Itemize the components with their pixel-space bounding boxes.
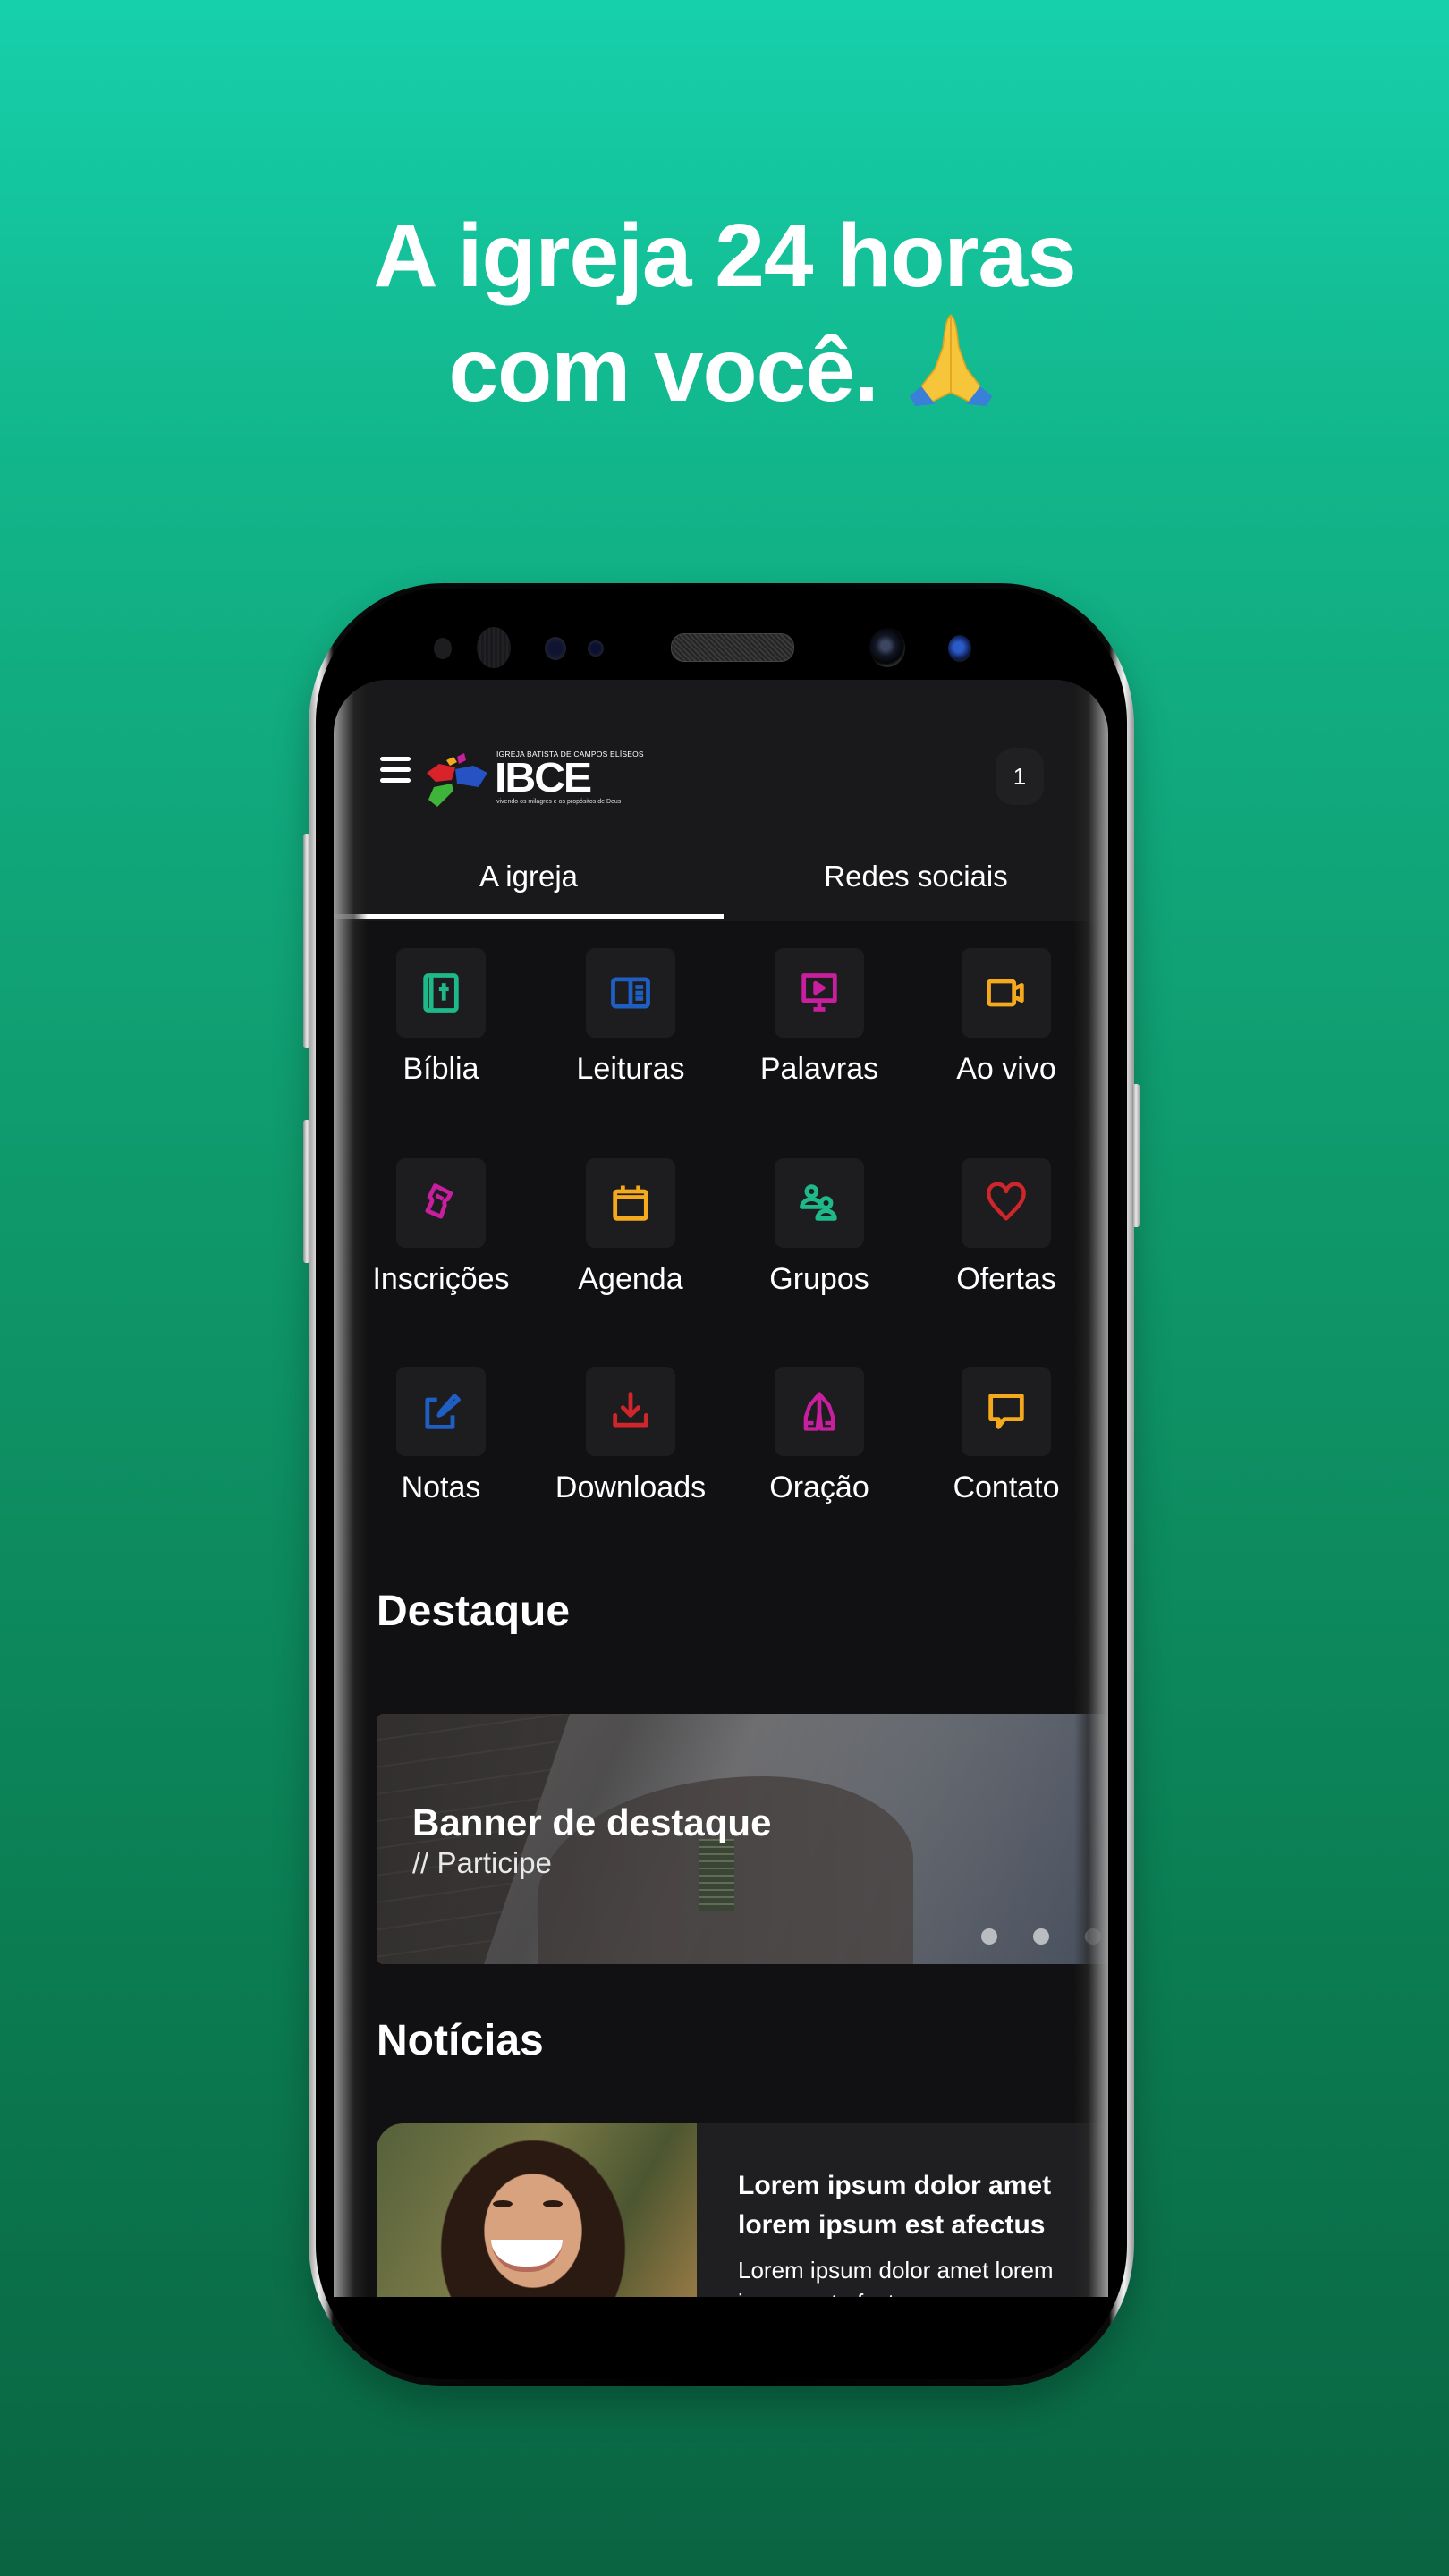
app-header: IGREJA BATISTA DE CAMPOS ELÍSEOS IBCE vi… — [334, 680, 1108, 921]
headline-line-2-text: com você. — [448, 320, 879, 420]
phone-body: IGREJA BATISTA DE CAMPOS ELÍSEOS IBCE vi… — [316, 589, 1127, 2379]
menu-item-palavras[interactable]: Palavras — [730, 948, 909, 1136]
menu-item-downloads[interactable]: Downloads — [541, 1367, 720, 1555]
front-camera-icon — [869, 628, 905, 667]
menu-tile — [775, 948, 864, 1038]
menu-item-grupos[interactable]: Grupos — [730, 1158, 909, 1346]
banner-title: Banner de destaque — [412, 1801, 772, 1843]
menu-label: Inscrições — [372, 1262, 510, 1296]
proximity-sensor-icon — [545, 637, 566, 660]
menu-label: Oração — [769, 1470, 869, 1504]
church-logo: IGREJA BATISTA DE CAMPOS ELÍSEOS IBCE vi… — [425, 750, 644, 807]
thumbnail-detail — [543, 2200, 563, 2207]
group-icon — [800, 1184, 837, 1221]
ticket-icon — [425, 1183, 453, 1219]
menu-item-ofertas[interactable]: Ofertas — [917, 1158, 1096, 1346]
thumbnail-detail — [491, 2240, 563, 2272]
calendar-icon — [613, 1185, 648, 1221]
app-screen: IGREJA BATISTA DE CAMPOS ELÍSEOS IBCE vi… — [334, 680, 1108, 2297]
menu-tile — [586, 1158, 675, 1248]
menu-label: Grupos — [769, 1262, 869, 1296]
menu-label: Downloads — [555, 1470, 707, 1504]
menu-tile — [396, 1158, 486, 1248]
menu-item-inscricoes[interactable]: Inscrições — [352, 1158, 530, 1346]
video-camera-icon — [987, 979, 1024, 1007]
tab-bar: A igreja Redes sociais — [334, 832, 1108, 921]
edit-note-icon — [425, 1394, 461, 1429]
logo-main-text: IBCE — [495, 754, 592, 801]
headline-line-2: com você. — [0, 308, 1449, 422]
iris-camera-icon — [948, 635, 971, 662]
phone-mockup: IGREJA BATISTA DE CAMPOS ELÍSEOS IBCE vi… — [303, 583, 1140, 2386]
menu-label: Agenda — [578, 1262, 683, 1296]
carousel-dot[interactable] — [1085, 1928, 1101, 1945]
earpiece-speaker — [671, 633, 794, 662]
carousel-dots — [981, 1928, 1101, 1945]
menu-item-ao-vivo[interactable]: Ao vivo — [917, 948, 1096, 1136]
chat-bubble-icon — [988, 1394, 1024, 1429]
menu-item-biblia[interactable]: Bíblia — [352, 948, 530, 1136]
menu-label: Palavras — [759, 1052, 879, 1086]
menu-tile — [962, 948, 1051, 1038]
section-title-destaque: Destaque — [377, 1588, 571, 1635]
headline-line-1: A igreja 24 horas — [373, 206, 1076, 306]
praying-hands-icon — [803, 1392, 835, 1431]
download-icon — [613, 1392, 648, 1428]
light-sensor-icon — [588, 640, 604, 657]
tab-a-igreja[interactable]: A igreja — [334, 832, 724, 921]
iris-scanner-icon — [477, 627, 511, 668]
power-button — [1132, 1084, 1140, 1227]
menu-tile — [775, 1367, 864, 1456]
news-card[interactable]: Lorem ipsum dolor amet lorem ipsum est a… — [377, 2123, 1108, 2297]
featured-banner[interactable]: Banner de destaque // Participe — [377, 1714, 1108, 1964]
menu-label: Ao vivo — [956, 1052, 1056, 1086]
menu-label: Contato — [953, 1470, 1060, 1504]
menu-item-notas[interactable]: Notas — [352, 1367, 530, 1555]
menu-item-leituras[interactable]: Leituras — [541, 948, 720, 1136]
news-title: Lorem ipsum dolor amet lorem ipsum est a… — [738, 2171, 1052, 2240]
menu-label: Notas — [401, 1470, 481, 1504]
news-excerpt: Lorem ipsum dolor amet lorem ipsum est a… — [738, 2257, 1054, 2297]
banner-subtitle: // Participe — [412, 1846, 552, 1879]
volume-up-button — [303, 834, 310, 1048]
bible-icon — [423, 973, 459, 1013]
heart-icon — [987, 1182, 1026, 1221]
carousel-dot[interactable] — [981, 1928, 997, 1945]
book-open-icon — [611, 977, 650, 1009]
menu-label: Ofertas — [956, 1262, 1056, 1296]
logo-mark-icon — [427, 753, 487, 807]
menu-tile — [962, 1367, 1051, 1456]
sensor-icon — [434, 638, 452, 659]
hamburger-menu-icon[interactable] — [380, 757, 412, 785]
section-title-noticias: Notícias — [377, 2017, 544, 2064]
volume-down-button — [303, 1120, 310, 1263]
tab-redes-sociais[interactable]: Redes sociais — [724, 832, 1108, 921]
news-thumbnail — [377, 2123, 697, 2297]
menu-label: Leituras — [576, 1052, 685, 1086]
notification-badge[interactable]: 1 — [996, 748, 1044, 805]
menu-item-agenda[interactable]: Agenda — [541, 1158, 720, 1346]
menu-tile — [396, 948, 486, 1038]
menu-tile — [775, 1158, 864, 1248]
menu-item-contato[interactable]: Contato — [917, 1367, 1096, 1555]
promo-headline: A igreja 24 horas com você. — [0, 204, 1449, 422]
menu-item-oracao[interactable]: Oração — [730, 1367, 909, 1555]
menu-tile — [396, 1367, 486, 1456]
carousel-dot[interactable] — [1033, 1928, 1049, 1945]
menu-label: Bíblia — [402, 1052, 479, 1086]
menu-tile — [962, 1158, 1051, 1248]
video-screen-icon — [801, 973, 837, 1012]
thumbnail-detail — [493, 2200, 513, 2207]
active-tab-indicator — [334, 914, 724, 919]
menu-tile — [586, 1367, 675, 1456]
logo-tagline: vivendo os milagres e os propósitos de D… — [496, 799, 622, 805]
menu-tile — [586, 948, 675, 1038]
folded-hands-emoji-icon — [910, 314, 993, 406]
